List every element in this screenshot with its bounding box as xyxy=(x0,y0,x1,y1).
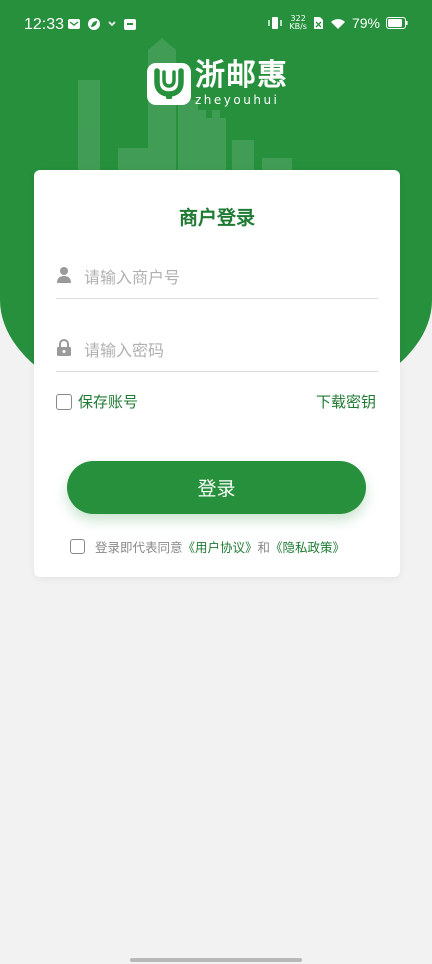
chevron-down-icon xyxy=(108,21,116,27)
merchant-id-input[interactable] xyxy=(82,262,376,292)
battery-percentage: 79% xyxy=(351,15,380,31)
login-card: 商户登录 保存账号 下载密钥 登录 登录即代表同意 《用户协议》 和 《隐私政策… xyxy=(34,170,400,577)
battery-icon xyxy=(386,17,408,29)
status-bar: 12:33 322 KB/s 79% xyxy=(0,0,432,52)
network-speed: 322 KB/s xyxy=(289,14,307,31)
agreement-checkbox[interactable] xyxy=(70,539,85,554)
user-agreement-link[interactable]: 《用户协议》 xyxy=(183,537,258,556)
app-logo: 浙邮惠 zheyouhui xyxy=(147,61,288,106)
shopping-bag-logo-icon xyxy=(154,67,184,99)
city-skyline-illustration xyxy=(78,38,292,190)
login-title: 商户登录 xyxy=(178,207,255,229)
user-icon xyxy=(57,267,71,283)
save-account-option[interactable]: 保存账号 xyxy=(56,391,138,412)
mail-notification-icon xyxy=(68,19,80,29)
password-input[interactable] xyxy=(82,335,376,365)
wifi-icon xyxy=(330,18,345,29)
merchant-field xyxy=(56,254,378,299)
clock: 12:33 xyxy=(24,16,65,33)
lock-icon xyxy=(57,339,71,356)
agreement-and: 和 xyxy=(257,540,271,555)
save-account-checkbox[interactable] xyxy=(56,393,72,410)
vibrate-icon xyxy=(268,17,283,29)
download-key-link[interactable]: 下载密钥 xyxy=(316,391,376,412)
agreement-row: 登录即代表同意 《用户协议》 和 《隐私政策》 xyxy=(70,537,345,556)
save-account-label[interactable]: 保存账号 xyxy=(78,391,138,412)
password-field xyxy=(56,327,378,372)
login-button[interactable]: 登录 xyxy=(67,461,366,514)
brand-pinyin: zheyouhui xyxy=(195,93,280,107)
home-indicator[interactable] xyxy=(130,958,302,962)
brand-name: 浙邮惠 xyxy=(195,58,288,93)
no-sim-icon xyxy=(313,17,323,29)
logo-badge xyxy=(147,62,191,105)
privacy-policy-link[interactable]: 《隐私政策》 xyxy=(270,537,345,556)
store-app-icon xyxy=(124,19,136,30)
leaf-app-icon xyxy=(88,18,100,30)
agreement-prefix: 登录即代表同意 xyxy=(95,540,183,555)
